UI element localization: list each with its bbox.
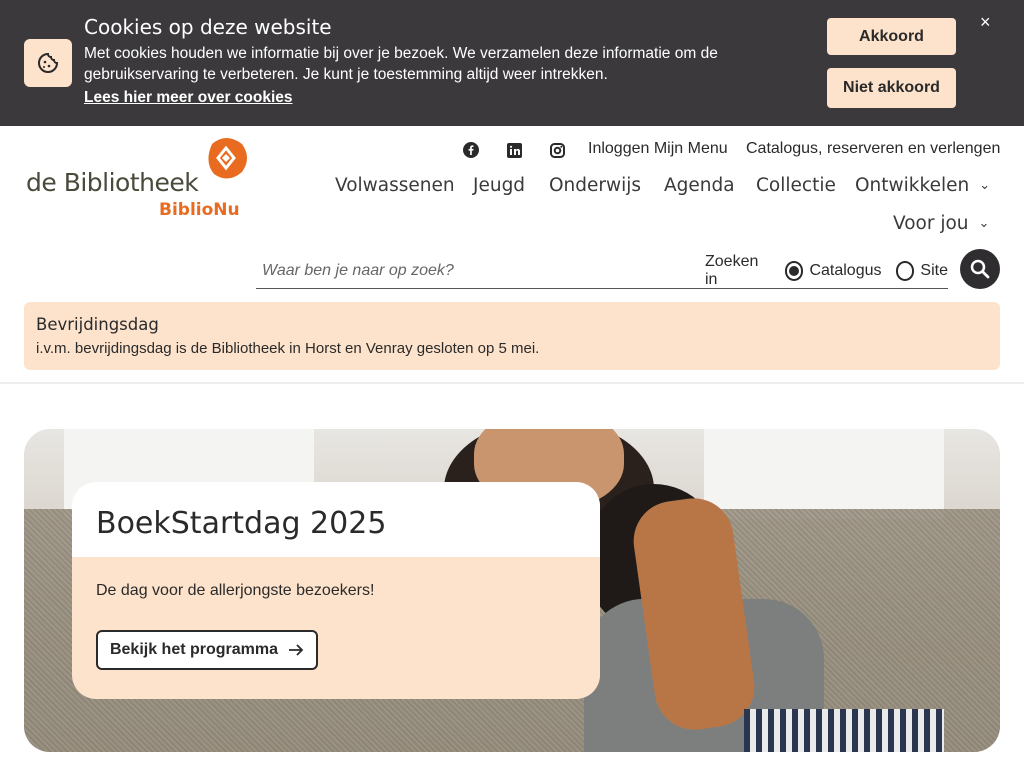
- search-input[interactable]: [256, 254, 696, 289]
- instagram-icon[interactable]: [547, 140, 567, 160]
- striped-clothing: [744, 709, 944, 752]
- notice-text: i.v.m. bevrijdingsdag is de Bibliotheek …: [36, 340, 540, 357]
- decline-cookies-button[interactable]: Niet akkoord: [827, 68, 956, 108]
- search-icon: [970, 259, 990, 279]
- nav-volwassenen[interactable]: Volwassenen: [335, 175, 455, 196]
- nav-voor-jou-label: Voor jou: [893, 213, 969, 234]
- cookie-info-link[interactable]: Lees hier meer over cookies: [84, 89, 293, 107]
- nav-jeugd[interactable]: Jeugd: [473, 175, 525, 196]
- logo-text: de Bibliotheek: [26, 168, 199, 197]
- chevron-down-icon: ⌄: [978, 216, 990, 231]
- hero-subtitle: De dag voor de allerjongste bezoekers!: [96, 582, 375, 599]
- view-program-label: Bekijk het programma: [109, 641, 279, 658]
- radio-site-label[interactable]: Site: [920, 262, 948, 280]
- radio-catalogus-label[interactable]: Catalogus: [809, 262, 881, 280]
- logo[interactable]: de Bibliotheek BiblioNu: [26, 138, 256, 223]
- hero-card: BoekStartdag 2025 De dag voor de allerjo…: [72, 482, 600, 699]
- notice-banner: Bevrijdingsdag i.v.m. bevrijdingsdag is …: [24, 302, 1000, 370]
- nav-agenda[interactable]: Agenda: [664, 175, 735, 196]
- search-scope-label: Zoeken in: [705, 253, 759, 288]
- radio-catalogus[interactable]: [784, 261, 804, 281]
- nav-ontwikkelen-label: Ontwikkelen: [855, 175, 970, 196]
- nav-voor-jou[interactable]: Voor jou ⌄: [893, 213, 989, 234]
- cookie-text: Met cookies houden we informatie bij ove…: [84, 45, 718, 83]
- arrow-right-icon: [289, 644, 304, 656]
- cookie-title: Cookies op deze website: [84, 15, 332, 39]
- logo-mark-icon: [208, 138, 247, 179]
- logo-subtext: BiblioNu: [159, 200, 240, 220]
- linkedin-icon[interactable]: [504, 140, 524, 160]
- nav-collectie[interactable]: Collectie: [756, 175, 836, 196]
- view-program-button[interactable]: Bekijk het programma: [96, 630, 318, 670]
- hero-title: BoekStartdag 2025: [96, 506, 387, 541]
- radio-site[interactable]: [895, 261, 915, 281]
- search-scope: Zoeken in Catalogus Site: [694, 253, 948, 289]
- nav-ontwikkelen[interactable]: Ontwikkelen ⌄: [855, 175, 990, 196]
- facebook-icon[interactable]: [461, 140, 481, 160]
- divider: [0, 382, 1024, 384]
- cookie-banner: Cookies op deze website Met cookies houd…: [0, 0, 1024, 126]
- nav-onderwijs[interactable]: Onderwijs: [549, 175, 641, 196]
- notice-title: Bevrijdingsdag: [36, 315, 159, 334]
- login-link[interactable]: Inloggen Mijn Menu: [588, 140, 728, 158]
- window: [704, 429, 944, 519]
- chevron-down-icon: ⌄: [979, 178, 991, 193]
- cookie-icon: [24, 39, 72, 87]
- catalog-link[interactable]: Catalogus, reserveren en verlengen: [746, 140, 1000, 158]
- close-icon[interactable]: ×: [980, 12, 991, 33]
- search-button[interactable]: [960, 249, 1000, 289]
- hero-card-header: BoekStartdag 2025: [72, 482, 600, 557]
- accept-cookies-button[interactable]: Akkoord: [827, 18, 956, 55]
